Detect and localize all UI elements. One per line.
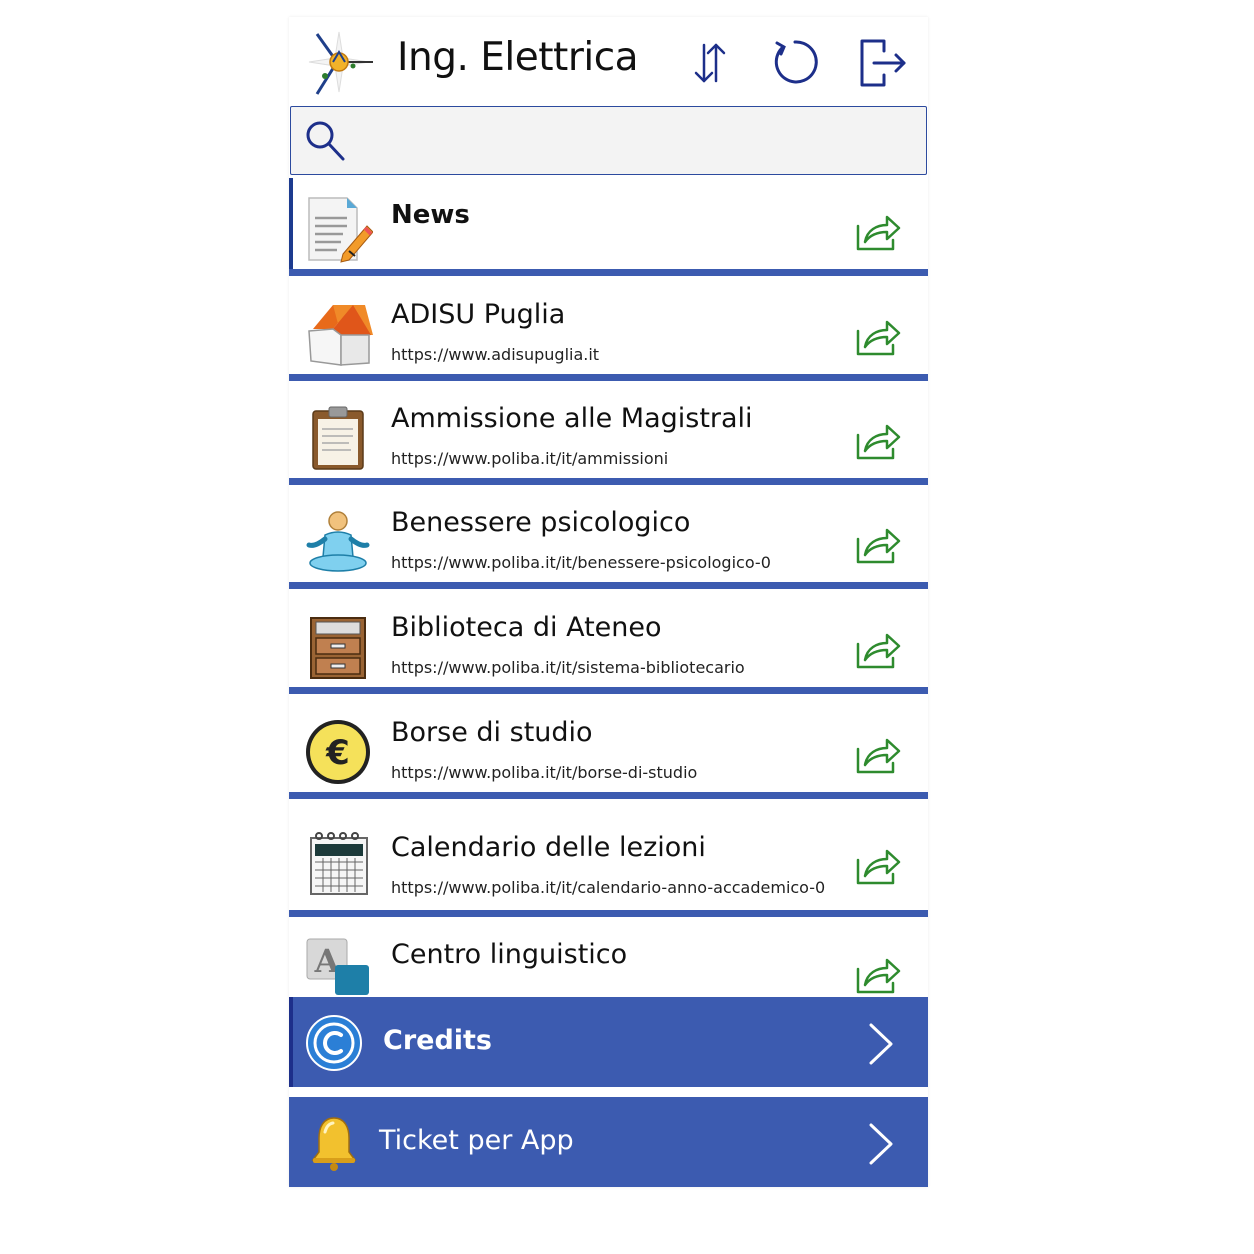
house-icon [303, 299, 373, 369]
item-divider [289, 792, 928, 799]
search-icon [301, 117, 349, 165]
selection-indicator [289, 178, 293, 276]
app-window: Ing. Elettrica News ADISU Puglia https:/… [289, 17, 928, 1187]
list-item-title: Benessere psicologico [391, 507, 691, 538]
item-divider [289, 374, 928, 381]
app-header: Ing. Elettrica [289, 17, 928, 105]
news-document-icon [303, 194, 374, 264]
list-item-url: https://www.poliba.it/it/borse-di-studio [391, 763, 698, 782]
item-divider [289, 269, 928, 276]
refresh-icon [767, 40, 823, 95]
share-icon[interactable] [855, 846, 901, 886]
list-item-title: Centro linguistico [391, 939, 628, 970]
share-icon[interactable] [855, 212, 901, 252]
item-divider [289, 910, 928, 917]
list-item-calendario[interactable]: Calendario delle lezioni https://www.pol… [289, 806, 928, 917]
meditation-icon [303, 507, 373, 577]
search-input[interactable] [359, 115, 918, 167]
list-item-adisu-puglia[interactable]: ADISU Puglia https://www.adisupuglia.it [289, 283, 928, 381]
item-divider [289, 478, 928, 485]
language-icon: A [303, 935, 373, 997]
share-icon[interactable] [855, 421, 901, 461]
ticket-label: Ticket per App [379, 1125, 574, 1156]
chevron-right-icon [863, 1021, 895, 1067]
search-bar [290, 106, 927, 175]
credits-button[interactable]: Credits [289, 997, 928, 1087]
ticket-button[interactable]: Ticket per App [289, 1097, 928, 1187]
share-icon[interactable] [855, 525, 901, 565]
logout-button[interactable] [854, 35, 910, 91]
list-item-title: Calendario delle lezioni [391, 832, 706, 863]
file-cabinet-icon [303, 612, 373, 682]
page-title: Ing. Elettrica [397, 35, 639, 80]
list-item-news[interactable]: News [289, 178, 928, 276]
share-icon[interactable] [855, 955, 901, 995]
list-item-benessere[interactable]: Benessere psicologico https://www.poliba… [289, 491, 928, 589]
credits-label: Credits [383, 1025, 493, 1056]
sort-button[interactable] [683, 35, 739, 91]
sort-arrows-icon [683, 43, 739, 95]
list-item-biblioteca[interactable]: Biblioteca di Ateneo https://www.poliba.… [289, 596, 928, 694]
share-icon[interactable] [855, 735, 901, 775]
list-item-url: https://www.poliba.it/it/sistema-bibliot… [391, 658, 745, 677]
share-icon[interactable] [855, 630, 901, 670]
calendar-icon [303, 830, 373, 900]
logout-icon [854, 39, 910, 95]
list-item-url: https://www.poliba.it/it/calendario-anno… [391, 878, 826, 897]
item-divider [289, 582, 928, 589]
clipboard-icon [303, 403, 373, 473]
list-item-title: Biblioteca di Ateneo [391, 612, 662, 643]
list-item-centro-linguistico[interactable]: A Centro linguistico [289, 917, 928, 997]
list-item-title: ADISU Puglia [391, 299, 566, 330]
chevron-right-icon [863, 1121, 895, 1167]
list-item-ammissione[interactable]: Ammissione alle Magistrali https://www.p… [289, 387, 928, 485]
list-item-url: https://www.poliba.it/it/ammissioni [391, 449, 669, 468]
compass-star-logo-icon [303, 26, 375, 98]
item-divider [289, 687, 928, 694]
refresh-button[interactable] [767, 35, 823, 91]
svg-text:€: € [325, 733, 350, 773]
list-item-borse[interactable]: € Borse di studio https://www.poliba.it/… [289, 701, 928, 799]
list-item-title: News [391, 200, 470, 230]
list-item-title: Ammissione alle Magistrali [391, 403, 753, 434]
bell-icon [305, 1114, 363, 1172]
list-item-url: https://www.poliba.it/it/benessere-psico… [391, 553, 771, 572]
share-icon[interactable] [855, 317, 901, 357]
euro-coin-icon: € [303, 717, 373, 787]
list-item-url: https://www.adisupuglia.it [391, 345, 600, 364]
list-item-title: Borse di studio [391, 717, 593, 748]
copyright-icon [305, 1014, 363, 1072]
